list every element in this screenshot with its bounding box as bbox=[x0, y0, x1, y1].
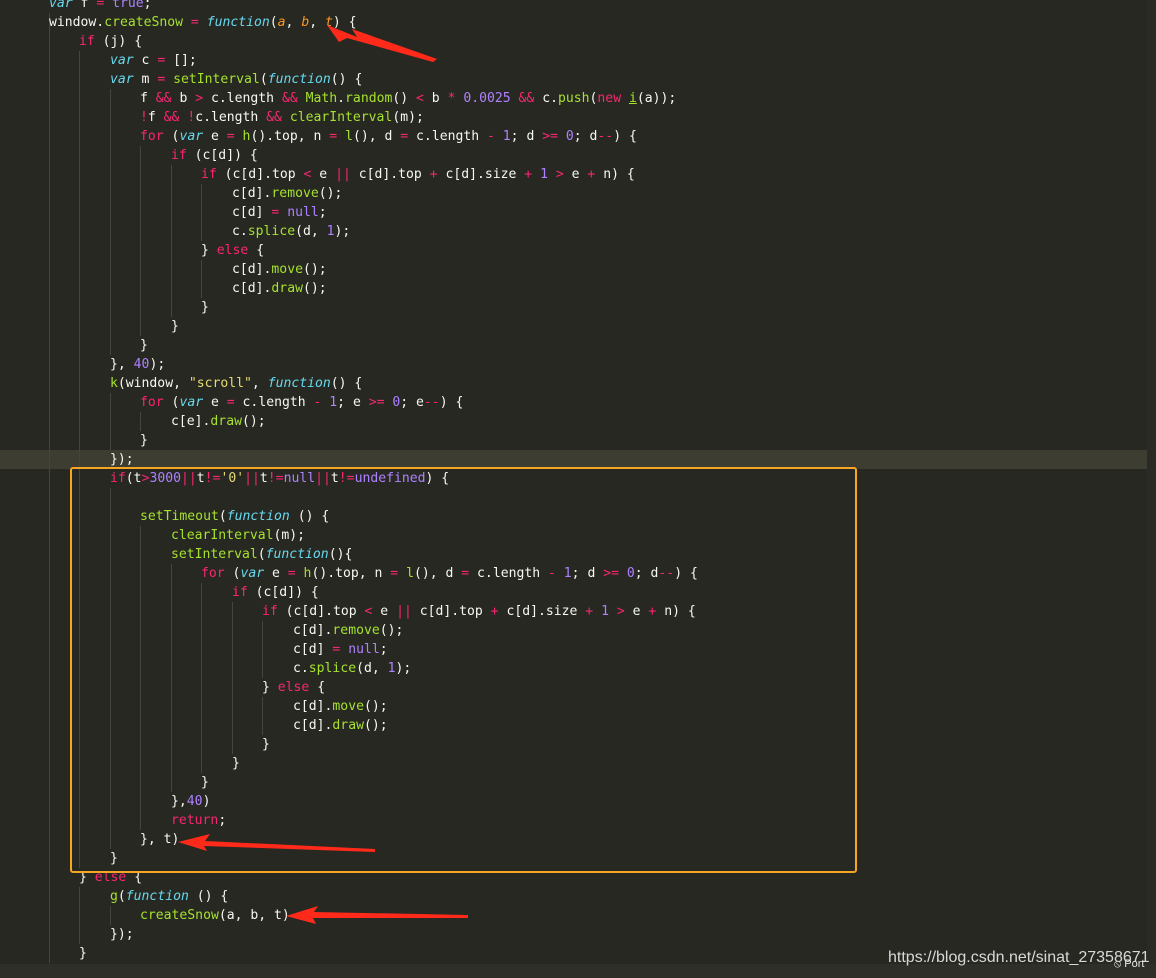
annotation-arrows bbox=[178, 25, 468, 924]
watermark-text: https://blog.csdn.net/sinat_27358671 bbox=[888, 949, 1150, 966]
status-port-label: ⦸ Port bbox=[1114, 958, 1144, 971]
arrow-annotation-3 bbox=[286, 906, 468, 924]
arrow-annotation-2 bbox=[178, 834, 375, 852]
clock-icon: ⦸ bbox=[1114, 958, 1122, 970]
arrow-annotation-1 bbox=[327, 25, 437, 62]
status-port-text: Port bbox=[1124, 958, 1145, 970]
